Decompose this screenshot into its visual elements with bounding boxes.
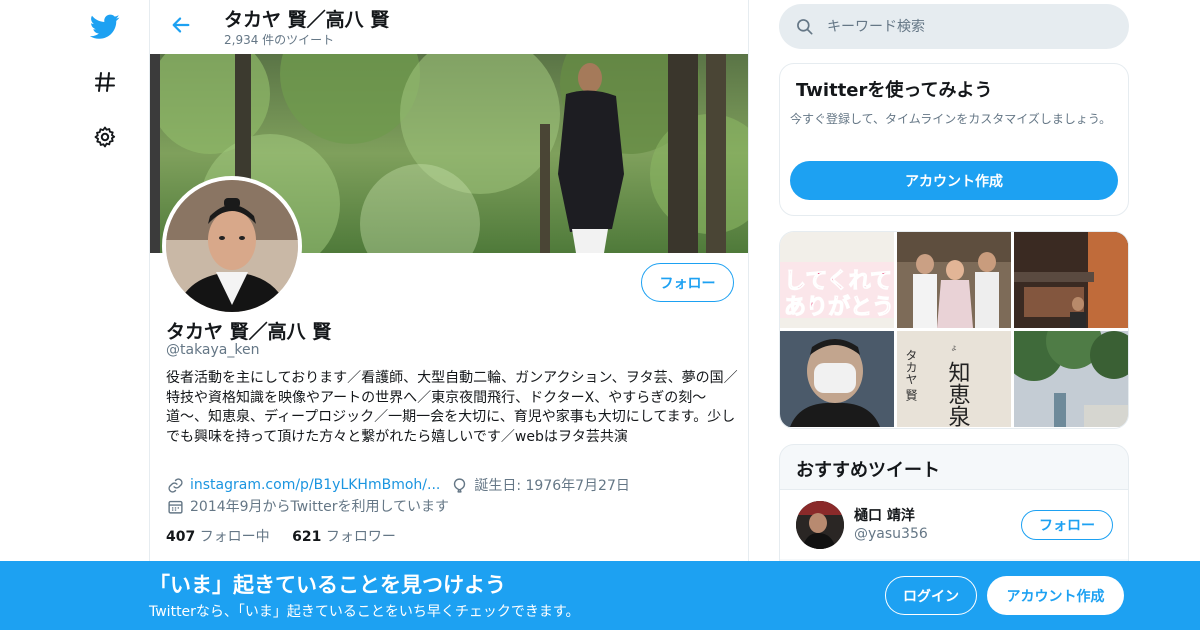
followers-label: フォロワー xyxy=(325,529,396,545)
media-thumbnail[interactable] xyxy=(1014,331,1128,427)
link-icon xyxy=(166,476,184,494)
profile-bio: 役者活動を主にしております／看護師、大型自動二輪、ガンアクション、ヲタ芸、夢の国… xyxy=(166,370,738,445)
login-button[interactable]: ログイン xyxy=(885,576,977,615)
profile-header-bar: タカヤ 賢／高八 賢 2,934 件のツイート xyxy=(150,0,748,54)
following-label: フォロー中 xyxy=(199,529,270,545)
svg-text:ありがとう: ありがとう xyxy=(784,294,894,320)
header-profile-name: タカヤ 賢／高八 賢 xyxy=(224,9,390,31)
media-thumbnail[interactable] xyxy=(780,331,894,427)
svg-text:知恵泉: 知恵泉 xyxy=(945,361,971,427)
recommended-user-handle: @yasu356 xyxy=(854,526,928,542)
profile-avatar[interactable] xyxy=(162,176,302,316)
twitter-logo-button[interactable] xyxy=(86,8,124,46)
media-thumbnail[interactable] xyxy=(897,232,1011,328)
followers-link[interactable]: 621 フォロワー xyxy=(292,529,396,545)
search-input[interactable] xyxy=(827,4,1117,49)
profile-handle: @takaya_ken xyxy=(166,342,260,358)
profile-name: タカヤ 賢／高八 賢 xyxy=(166,321,332,343)
signup-card: Twitterを使ってみよう 今すぐ登録して、タイムラインをカスタマイズしましょ… xyxy=(779,63,1129,216)
recommended-user-name: 樋口 靖洋 xyxy=(854,508,915,524)
profile-joined-date: 2014年9月からTwitterを利用しています xyxy=(190,499,450,515)
prompt-title: 「いま」起きていることを見つけよう xyxy=(149,573,506,597)
back-arrow-icon xyxy=(172,17,190,33)
settings-button[interactable] xyxy=(86,118,124,156)
search-box[interactable] xyxy=(779,4,1129,49)
explore-button[interactable] xyxy=(86,63,124,101)
hashtag-icon xyxy=(95,72,115,92)
profile-meta-row: instagram.com/p/B1yLKHmBmoh/... 誕生日: 197… xyxy=(166,475,630,495)
follow-button[interactable]: フォロー xyxy=(641,263,734,302)
create-account-button[interactable]: アカウント作成 xyxy=(790,161,1118,200)
media-thumbnail[interactable] xyxy=(1014,232,1128,328)
media-thumbnail[interactable]: よ 知恵泉 タカヤ 賢 xyxy=(897,331,1011,427)
media-thumbnail[interactable]: してくれて ありがとう xyxy=(780,232,894,328)
photos-videos-grid: してくれて ありがとう よ 知恵泉 タカヤ 賢 xyxy=(779,231,1129,429)
profile-website-link[interactable]: instagram.com/p/B1yLKHmBmoh/... xyxy=(190,477,440,493)
sign-text: タカヤ 賢 xyxy=(904,349,918,402)
signup-card-text: 今すぐ登録して、タイムラインをカスタマイズしましょう。 xyxy=(790,112,1112,126)
profile-joined-row: 2014年9月からTwitterを利用しています xyxy=(166,496,449,516)
profile-birthday: 誕生日: 1976年7月27日 xyxy=(474,478,630,494)
twitter-bird-icon xyxy=(90,14,120,39)
recommended-follow-button[interactable]: フォロー xyxy=(1021,510,1113,540)
signup-card-title: Twitterを使ってみよう xyxy=(796,80,993,101)
follow-stats: 407 フォロー中 621 フォロワー xyxy=(166,526,396,546)
gear-icon xyxy=(94,126,116,148)
following-link[interactable]: 407 フォロー中 xyxy=(166,529,270,545)
recommended-user[interactable]: 樋口 靖洋 @yasu356 フォロー xyxy=(780,489,1128,559)
recommended-title: おすすめツイート xyxy=(796,460,940,481)
svg-text:よ: よ xyxy=(950,345,957,351)
prompt-subtitle: Twitterなら、「いま」起きていることをいち早くチェックできます。 xyxy=(149,604,580,620)
back-button[interactable] xyxy=(168,12,194,38)
calendar-icon xyxy=(166,497,184,515)
svg-text:してくれて: してくれて xyxy=(784,269,892,294)
search-icon xyxy=(797,19,813,35)
signup-prompt-bar: 「いま」起きていることを見つけよう Twitterなら、「いま」起きていることを… xyxy=(0,561,1200,630)
followers-count: 621 xyxy=(292,529,322,545)
page: タカヤ 賢／高八 賢 2,934 件のツイート フォロー タカヤ 賢／高八 賢 … xyxy=(0,0,1200,630)
balloon-icon xyxy=(450,476,468,494)
recommended-user-avatar[interactable] xyxy=(796,501,844,549)
header-tweet-count: 2,934 件のツイート xyxy=(224,33,335,47)
following-count: 407 xyxy=(166,529,196,545)
bottom-create-account-button[interactable]: アカウント作成 xyxy=(987,576,1124,615)
profile-column: タカヤ 賢／高八 賢 2,934 件のツイート フォロー タカヤ 賢／高八 賢 … xyxy=(149,0,749,630)
avatar-image xyxy=(166,180,298,312)
